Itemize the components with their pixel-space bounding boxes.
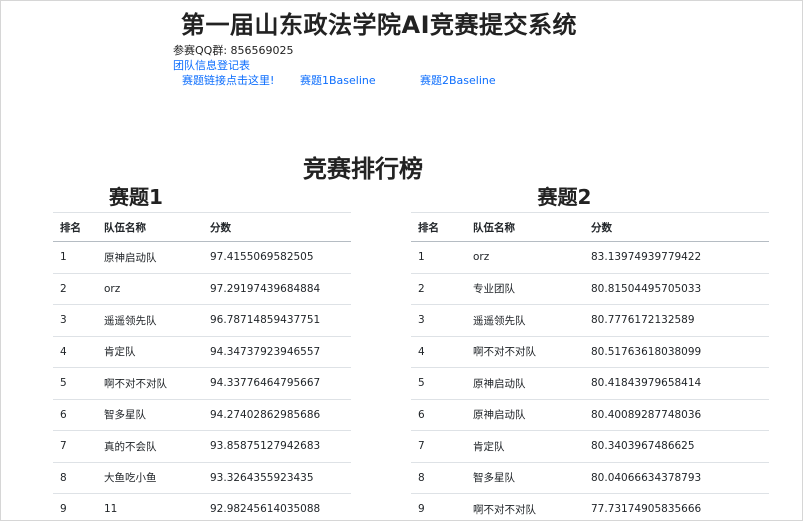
team-name-cell: 遥遥领先队 — [97, 304, 203, 336]
page-frame: 第一届山东政法学院AI竞赛提交系统 参赛QQ群: 856569025 团队信息登… — [0, 0, 803, 521]
team-name-cell: orz — [97, 272, 203, 305]
rank-cell: 2 — [411, 272, 466, 305]
score-cell: 93.85875127942683 — [203, 430, 351, 462]
column-header-rank: 排名 — [53, 212, 97, 242]
task2-panel: 赛题2 排名 队伍名称 分数 1 orz 83.13974939779422 2 专业团… — [411, 185, 769, 520]
table-row: 8 智多星队 80.04066634378793 — [411, 461, 769, 494]
score-cell: 83.13974939779422 — [584, 241, 769, 273]
table-row: 3 遥遥领先队 96.78714859437751 — [53, 304, 351, 336]
team-info-form-link[interactable]: 团队信息登记表 — [173, 57, 250, 73]
team-name-cell: 专业团队 — [466, 272, 584, 305]
column-header-team: 队伍名称 — [97, 212, 203, 242]
table-row: 2 orz 97.29197439684884 — [53, 272, 351, 305]
table-row: 7 肯定队 80.3403967486625 — [411, 430, 769, 462]
team-name-cell: orz — [466, 241, 584, 273]
score-cell: 96.78714859437751 — [203, 304, 351, 336]
score-cell: 80.40089287748036 — [584, 398, 769, 431]
rank-cell: 7 — [411, 430, 466, 462]
rank-cell: 9 — [411, 493, 466, 520]
rank-cell: 6 — [53, 398, 97, 431]
rank-cell: 7 — [53, 430, 97, 462]
table-row: 5 啊不对不对队 94.33776464795667 — [53, 367, 351, 399]
rank-cell: 3 — [53, 304, 97, 336]
team-name-cell: 原神启动队 — [466, 398, 584, 431]
team-name-cell: 11 — [97, 493, 203, 520]
task1-table: 排名 队伍名称 分数 1 原神启动队 97.4155069582505 2 orz 97.… — [53, 212, 351, 520]
baseline2-link[interactable]: 赛题2Baseline — [420, 72, 496, 88]
table-row: 6 智多星队 94.27402862985686 — [53, 398, 351, 431]
score-cell: 80.3403967486625 — [584, 430, 769, 462]
baseline1-link[interactable]: 赛题1Baseline — [300, 72, 376, 88]
task1-rows: 1 原神启动队 97.4155069582505 2 orz 97.29197439684… — [53, 241, 351, 520]
task2-rows: 1 orz 83.13974939779422 2 专业团队 80.81504495705… — [411, 241, 769, 520]
task2-table: 排名 队伍名称 分数 1 orz 83.13974939779422 2 专业团队 80.… — [411, 212, 769, 520]
score-cell: 80.7776172132589 — [584, 304, 769, 336]
score-cell: 97.4155069582505 — [203, 241, 351, 273]
rank-cell: 3 — [411, 304, 466, 336]
team-name-cell: 啊不对不对队 — [97, 367, 203, 399]
column-header-score: 分数 — [203, 212, 351, 242]
score-cell: 80.04066634378793 — [584, 461, 769, 494]
score-cell: 97.29197439684884 — [203, 272, 351, 305]
rank-cell: 1 — [411, 241, 466, 273]
team-name-cell: 原神启动队 — [97, 241, 203, 273]
team-name-cell: 原神启动队 — [466, 367, 584, 399]
rank-cell: 9 — [53, 493, 97, 520]
table-row: 4 啊不对不对队 80.51763618038099 — [411, 335, 769, 368]
score-cell: 93.3264355923435 — [203, 461, 351, 494]
rank-cell: 4 — [53, 335, 97, 368]
team-name-cell: 智多星队 — [97, 398, 203, 431]
column-header-score: 分数 — [584, 212, 769, 242]
table-row: 2 专业团队 80.81504495705033 — [411, 272, 769, 305]
rank-cell: 5 — [411, 367, 466, 399]
rank-cell: 8 — [53, 461, 97, 494]
score-cell: 80.51763618038099 — [584, 335, 769, 368]
table-row: 4 肯定队 94.34737923946557 — [53, 335, 351, 368]
table-row: 1 orz 83.13974939779422 — [411, 241, 769, 273]
table-row: 1 原神启动队 97.4155069582505 — [53, 241, 351, 273]
competition-link[interactable]: 赛题链接点击这里! — [182, 72, 274, 88]
table-header-row: 排名 队伍名称 分数 — [53, 212, 351, 242]
table-row: 3 遥遥领先队 80.7776172132589 — [411, 304, 769, 336]
score-cell: 77.73174905835666 — [584, 493, 769, 520]
team-name-cell: 遥遥领先队 — [466, 304, 584, 336]
task1-heading: 赛题1 — [109, 185, 163, 209]
leaderboard-title: 竞赛排行榜 — [303, 155, 423, 183]
score-cell: 94.27402862985686 — [203, 398, 351, 431]
score-cell: 94.34737923946557 — [203, 335, 351, 368]
table-row: 6 原神启动队 80.40089287748036 — [411, 398, 769, 431]
table-row: 8 大鱼吃小鱼 93.3264355923435 — [53, 461, 351, 494]
page-title: 第一届山东政法学院AI竞赛提交系统 — [181, 11, 578, 39]
score-cell: 94.33776464795667 — [203, 367, 351, 399]
table-header-row: 排名 队伍名称 分数 — [411, 212, 769, 242]
score-cell: 92.98245614035088 — [203, 493, 351, 520]
team-name-cell: 肯定队 — [97, 335, 203, 368]
rank-cell: 1 — [53, 241, 97, 273]
rank-cell: 8 — [411, 461, 466, 494]
column-header-rank: 排名 — [411, 212, 466, 242]
column-header-team: 队伍名称 — [466, 212, 584, 242]
team-name-cell: 啊不对不对队 — [466, 493, 584, 520]
table-row: 9 啊不对不对队 77.73174905835666 — [411, 493, 769, 520]
score-cell: 80.41843979658414 — [584, 367, 769, 399]
rank-cell: 4 — [411, 335, 466, 368]
team-name-cell: 真的不会队 — [97, 430, 203, 462]
score-cell: 80.81504495705033 — [584, 272, 769, 305]
table-row: 9 11 92.98245614035088 — [53, 493, 351, 520]
team-name-cell: 肯定队 — [466, 430, 584, 462]
table-row: 7 真的不会队 93.85875127942683 — [53, 430, 351, 462]
task2-heading: 赛题2 — [537, 185, 592, 209]
team-name-cell: 大鱼吃小鱼 — [97, 461, 203, 494]
qq-group-text: 参赛QQ群: 856569025 — [173, 44, 294, 57]
rank-cell: 2 — [53, 272, 97, 305]
rank-cell: 5 — [53, 367, 97, 399]
team-name-cell: 啊不对不对队 — [466, 335, 584, 368]
task1-panel: 赛题1 排名 队伍名称 分数 1 原神启动队 97.4155069582505 2 or… — [53, 185, 351, 520]
table-row: 5 原神启动队 80.41843979658414 — [411, 367, 769, 399]
team-name-cell: 智多星队 — [466, 461, 584, 494]
rank-cell: 6 — [411, 398, 466, 431]
